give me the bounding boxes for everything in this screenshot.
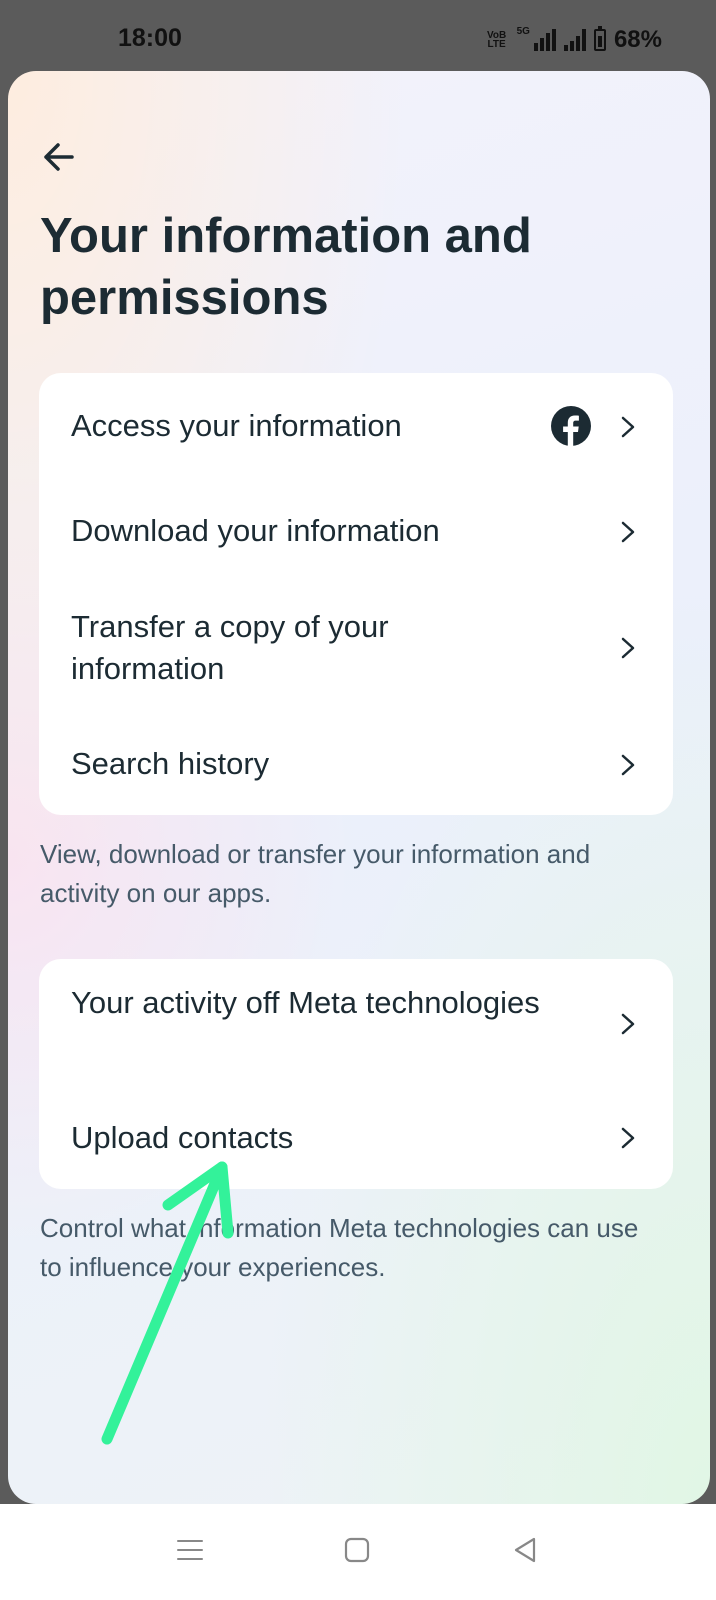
row-label: Access your information — [71, 408, 402, 443]
home-icon[interactable] — [337, 1530, 377, 1570]
chevron-right-icon — [621, 1127, 635, 1149]
back-triangle-icon[interactable] — [506, 1530, 546, 1570]
menu-icon[interactable] — [170, 1530, 210, 1570]
row-label: Transfer a copy of your information — [71, 609, 389, 686]
search-history-row[interactable]: Search history — [39, 713, 673, 815]
row-label: Upload contacts — [71, 1120, 294, 1155]
status-time: 18:00 — [118, 24, 182, 52]
signal-icon — [533, 29, 556, 51]
activity-caption: Control what information Meta technologi… — [40, 1213, 639, 1282]
status-bar: 18:00 VoB LTE 5G 68% — [0, 0, 716, 80]
network-type: 5G — [516, 26, 530, 37]
chevron-right-icon — [621, 416, 635, 438]
volte-badge: VoB LTE — [486, 30, 507, 50]
upload-contacts-row[interactable]: Upload contacts — [39, 1089, 673, 1189]
access-your-information-row[interactable]: Access your information — [39, 373, 673, 478]
information-caption: View, download or transfer your informat… — [40, 839, 591, 908]
download-your-information-row[interactable]: Download your information — [39, 478, 673, 583]
chevron-right-icon — [621, 1013, 635, 1035]
chevron-right-icon — [621, 637, 635, 659]
settings-sheet: Your information and permissions Access … — [8, 71, 710, 1504]
row-label: Download your information — [71, 513, 440, 548]
activity-off-meta-row[interactable]: Your activity off Meta technologies — [39, 959, 673, 1089]
row-label: Search history — [71, 746, 270, 781]
chevron-right-icon — [621, 521, 635, 543]
facebook-icon — [551, 406, 591, 446]
transfer-copy-row[interactable]: Transfer a copy of your information — [39, 583, 673, 713]
information-card: Access your information Download your in… — [39, 373, 673, 815]
battery-percentage: 68% — [613, 26, 662, 53]
page-title: Your information and permissions — [40, 209, 532, 325]
chevron-right-icon — [621, 754, 635, 776]
battery-icon — [593, 26, 606, 51]
row-label: Your activity off Meta technologies — [71, 985, 540, 1020]
back-arrow-icon[interactable] — [38, 135, 82, 179]
status-icons: VoB LTE 5G 68% — [485, 26, 662, 54]
activity-card: Your activity off Meta technologies Uplo… — [39, 959, 673, 1189]
signal-icon-secondary — [563, 29, 586, 51]
system-nav-bar — [0, 1504, 716, 1600]
